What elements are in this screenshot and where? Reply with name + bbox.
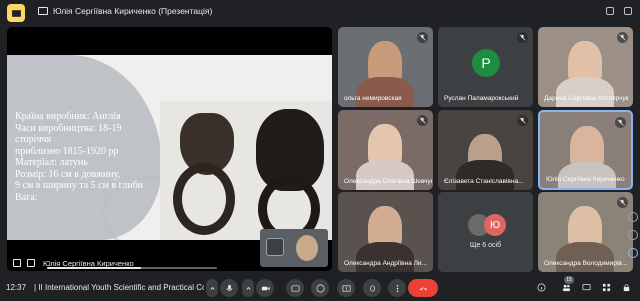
present-now-icon[interactable] [266, 238, 284, 256]
mic-off-icon [517, 32, 528, 43]
participant-video-body [356, 242, 414, 272]
video-settings-chevron-icon[interactable] [242, 279, 254, 297]
participant-name: ольга немировская [344, 95, 402, 102]
participant-tile[interactable]: Єлізавета Станіславівна... [438, 110, 533, 190]
slide-line: Країна виробник: Англія [15, 111, 121, 122]
participant-tile[interactable]: Дарина Сергіївна Котлярчук [538, 27, 633, 107]
slide-line: Матеріал: латунь [15, 157, 88, 168]
participant-name: Дарина Сергіївна Котлярчук [544, 95, 629, 102]
audio-settings-chevron-icon[interactable] [206, 279, 218, 297]
captions-button[interactable] [286, 279, 304, 297]
title-separator: | [34, 283, 37, 292]
presentation-progress-fill [47, 267, 141, 269]
participant-name: Єлізавета Станіславівна... [444, 178, 524, 185]
participant-tile[interactable]: Олександра Олегівна Шевчук [338, 110, 433, 190]
slide-line: Вага: [15, 191, 38, 203]
slide-line: Розмір: 16 см в довжину, [15, 168, 121, 180]
more-participants-tile[interactable]: Ю Ще 6 осіб [438, 192, 533, 272]
participant-name: Олександра Андріївна Ли... [344, 260, 427, 267]
collapse-icon[interactable] [628, 230, 638, 240]
call-controls-bar: 12:37 | II International Youth Scientifi… [0, 274, 640, 301]
meeting-header: Юлія Сергіївна Кириченко (Презентація) [0, 0, 640, 26]
participant-tile[interactable]: Р Руслан Паламарокський [438, 27, 533, 107]
slide: Країна виробник: Англія Часи виробництва… [7, 55, 332, 240]
presentation-stage: Країна виробник: Англія Часи виробництва… [7, 27, 332, 271]
participant-tile[interactable]: ольга немировская [338, 27, 433, 107]
participant-name: Руслан Паламарокський [444, 95, 519, 102]
participant-avatar: Р [472, 49, 500, 77]
emoji-button[interactable] [311, 279, 329, 297]
participant-video-body [356, 77, 414, 107]
participant-name: Олександра Володимирів... [544, 260, 628, 267]
slide-line: приблизно 1815-1920 рр [15, 145, 119, 157]
lock-icon[interactable] [622, 283, 631, 292]
slide-line: Часи виробництва: 18-19 [15, 122, 122, 134]
expand-icon[interactable] [628, 212, 638, 222]
presentation-icon [38, 7, 48, 15]
people-icon[interactable] [562, 283, 571, 292]
participant-avatar: Ю [484, 214, 506, 236]
slide-line: 9 см в ширину та 5 см в глиби [15, 180, 144, 191]
meeting-name-text: II International Youth Scientific and Pr… [38, 283, 204, 292]
mic-off-icon [617, 197, 628, 208]
participant-video-body [456, 160, 514, 190]
camera-button[interactable] [256, 279, 274, 297]
fullscreen-icon[interactable] [624, 7, 632, 15]
participant-video-body [556, 77, 614, 107]
participant-tile[interactable]: Олександра Володимирів... [538, 192, 633, 272]
end-call-button[interactable] [408, 279, 438, 297]
participant-tile-active-speaker[interactable]: Юлія Сергіївна Кириченко [538, 110, 633, 190]
mic-off-icon [417, 115, 428, 126]
mic-button[interactable] [220, 279, 238, 297]
participant-tile[interactable]: Олександра Андріївна Ли... [338, 192, 433, 272]
participant-name: Олександра Олегівна Шевчук [344, 178, 432, 185]
mic-off-icon [617, 32, 628, 43]
gemini-icon[interactable] [628, 248, 638, 258]
slide-line: сторіччя [15, 134, 52, 145]
slide-text: Країна виробник: Англія Часи виробництва… [15, 111, 195, 203]
pin-icon[interactable] [13, 259, 21, 267]
participant-video-body [556, 242, 614, 272]
more-participants-label: Ще 6 осіб [469, 242, 502, 249]
clock: 12:37 [6, 283, 27, 292]
mic-off-icon [517, 115, 528, 126]
info-icon[interactable] [537, 283, 546, 292]
present-screen-button[interactable] [337, 279, 355, 297]
mic-off-icon [417, 32, 428, 43]
meeting-name: | II International Youth Scientific and … [34, 283, 204, 292]
participant-video-body [356, 160, 414, 190]
presentation-progress [47, 267, 217, 269]
mic-off-icon [615, 117, 626, 128]
layout-icon[interactable] [606, 7, 614, 15]
presentation-title-text: Юлія Сергіївна Кириченко (Презентація) [53, 6, 213, 16]
more-options-button[interactable] [388, 279, 406, 297]
presentation-title: Юлія Сергіївна Кириченко (Презентація) [38, 6, 212, 16]
app-badge-icon[interactable] [7, 4, 25, 22]
present-icon [27, 259, 35, 267]
raise-hand-button[interactable] [363, 279, 381, 297]
activities-icon[interactable] [602, 283, 611, 292]
participant-name: Юлія Сергіївна Кириченко [546, 176, 625, 183]
chat-icon[interactable] [582, 283, 591, 292]
header-actions [606, 7, 632, 15]
